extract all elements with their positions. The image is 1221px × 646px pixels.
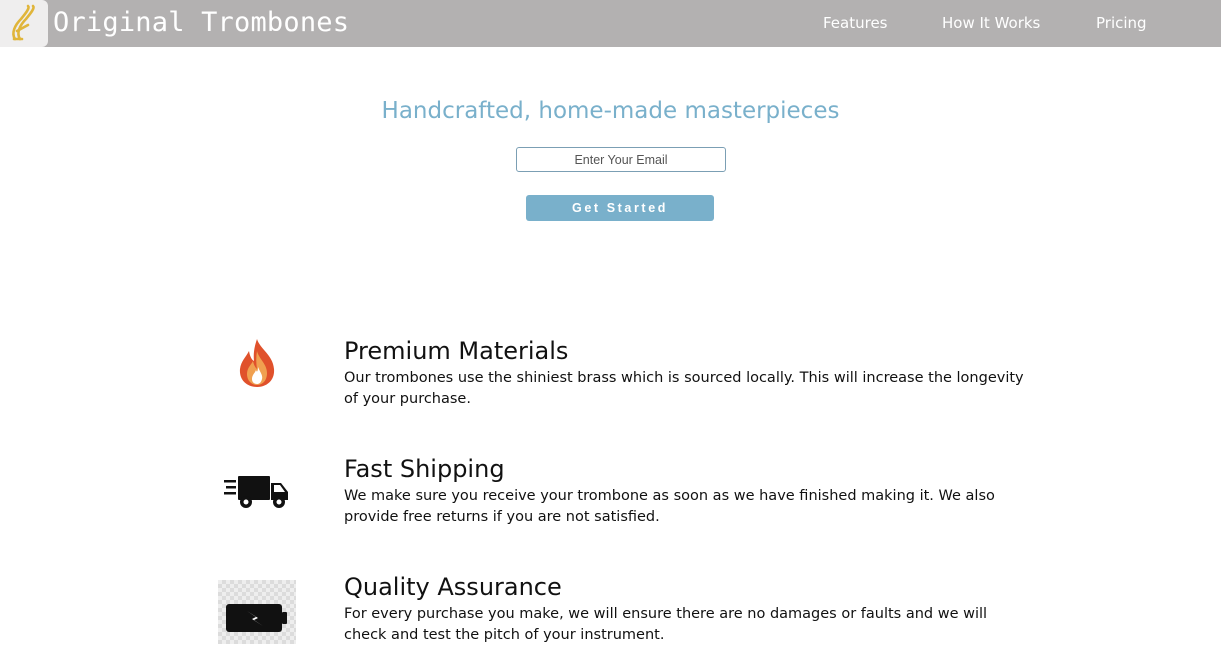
- feature-title: Premium Materials: [344, 337, 569, 365]
- truck-icon: [224, 476, 288, 508]
- email-input[interactable]: [516, 147, 726, 172]
- nav-features[interactable]: Features: [823, 13, 888, 33]
- nav-pricing[interactable]: Pricing: [1096, 13, 1147, 33]
- feature-description: We make sure you receive your trombone a…: [344, 488, 995, 525]
- feature-title: Fast Shipping: [344, 455, 505, 483]
- battery-icon-frame: [218, 580, 296, 644]
- get-started-button[interactable]: Get Started: [526, 195, 714, 221]
- brand-name[interactable]: Original Trombones: [53, 7, 349, 39]
- feature-description: Our trombones use the shiniest brass whi…: [344, 370, 1024, 407]
- feature-title: Quality Assurance: [344, 573, 562, 601]
- logo[interactable]: [0, 0, 48, 47]
- site-header: Original Trombones Features How It Works…: [0, 0, 1221, 47]
- trombone-logo-icon: [12, 4, 35, 41]
- flame-icon: [239, 339, 275, 387]
- feature-description: For every purchase you make, we will ens…: [344, 606, 988, 643]
- hero-title: Handcrafted, home-made masterpieces: [381, 98, 840, 124]
- battery-icon: [226, 604, 287, 632]
- nav-how-it-works[interactable]: How It Works: [942, 13, 1040, 33]
